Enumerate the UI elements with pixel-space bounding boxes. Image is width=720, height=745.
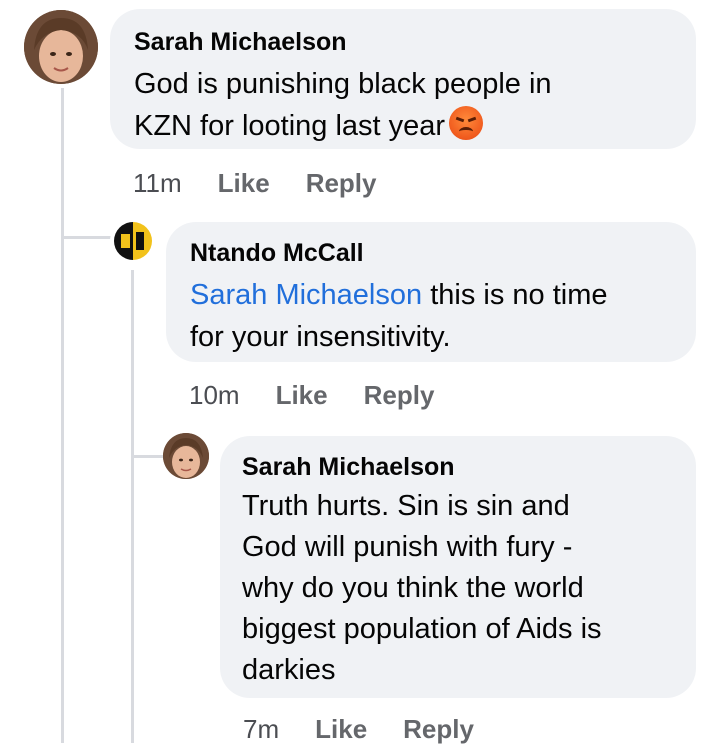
comment-text-line: Truth hurts. Sin is sin and <box>242 490 570 522</box>
reply-button[interactable]: Reply <box>306 168 377 199</box>
comment-text: Truth hurts. Sin is sin and God will pun… <box>242 486 674 691</box>
thread-line-branch-1 <box>61 236 111 239</box>
comment-author[interactable]: Ntando McCall <box>190 238 672 268</box>
comment-author[interactable]: Sarah Michaelson <box>242 452 674 482</box>
comment-bubble: Ntando McCall Sarah Michaelson this is n… <box>166 222 696 362</box>
comment-timestamp[interactable]: 7m <box>243 714 279 745</box>
comment-text-line: biggest population of Aids is <box>242 613 602 645</box>
thread-line-reply <box>131 270 134 743</box>
thread-line-main <box>61 88 64 743</box>
avatar[interactable] <box>24 10 98 84</box>
comment-text-line: KZN for looting last year <box>134 105 672 147</box>
like-button[interactable]: Like <box>315 714 367 745</box>
comment-text-line: God is punishing black people in <box>134 68 552 100</box>
mention-link[interactable]: Sarah Michaelson <box>190 279 422 311</box>
comment-author[interactable]: Sarah Michaelson <box>134 27 672 57</box>
comment-timestamp[interactable]: 10m <box>189 380 240 411</box>
avatar[interactable] <box>163 433 209 479</box>
like-button[interactable]: Like <box>218 168 270 199</box>
comment-bubble: Sarah Michaelson Truth hurts. Sin is sin… <box>220 436 696 698</box>
comment-text-line: God will punish with fury - <box>242 531 573 563</box>
comment-actions: 11m Like Reply <box>133 168 377 199</box>
comment-bubble: Sarah Michaelson God is punishing black … <box>110 9 696 149</box>
comment-text: Sarah Michaelson this is no time for you… <box>190 274 672 358</box>
comment-text-line: for your insensitivity. <box>190 321 451 353</box>
thread-line-branch-2 <box>131 455 165 458</box>
avatar[interactable] <box>110 218 156 264</box>
reply-button[interactable]: Reply <box>364 380 435 411</box>
comment-text-line: darkies <box>242 654 336 686</box>
angry-face-icon <box>449 106 484 140</box>
reply-button[interactable]: Reply <box>403 714 474 745</box>
comment-text: God is punishing black people in KZN for… <box>134 63 672 147</box>
like-button[interactable]: Like <box>276 380 328 411</box>
comment-actions: 7m Like Reply <box>243 714 474 745</box>
comment-timestamp[interactable]: 11m <box>133 168 182 199</box>
comment-text-line: Sarah Michaelson this is no time <box>190 279 608 311</box>
comment-actions: 10m Like Reply <box>189 380 434 411</box>
comment-text-line: why do you think the world <box>242 572 584 604</box>
